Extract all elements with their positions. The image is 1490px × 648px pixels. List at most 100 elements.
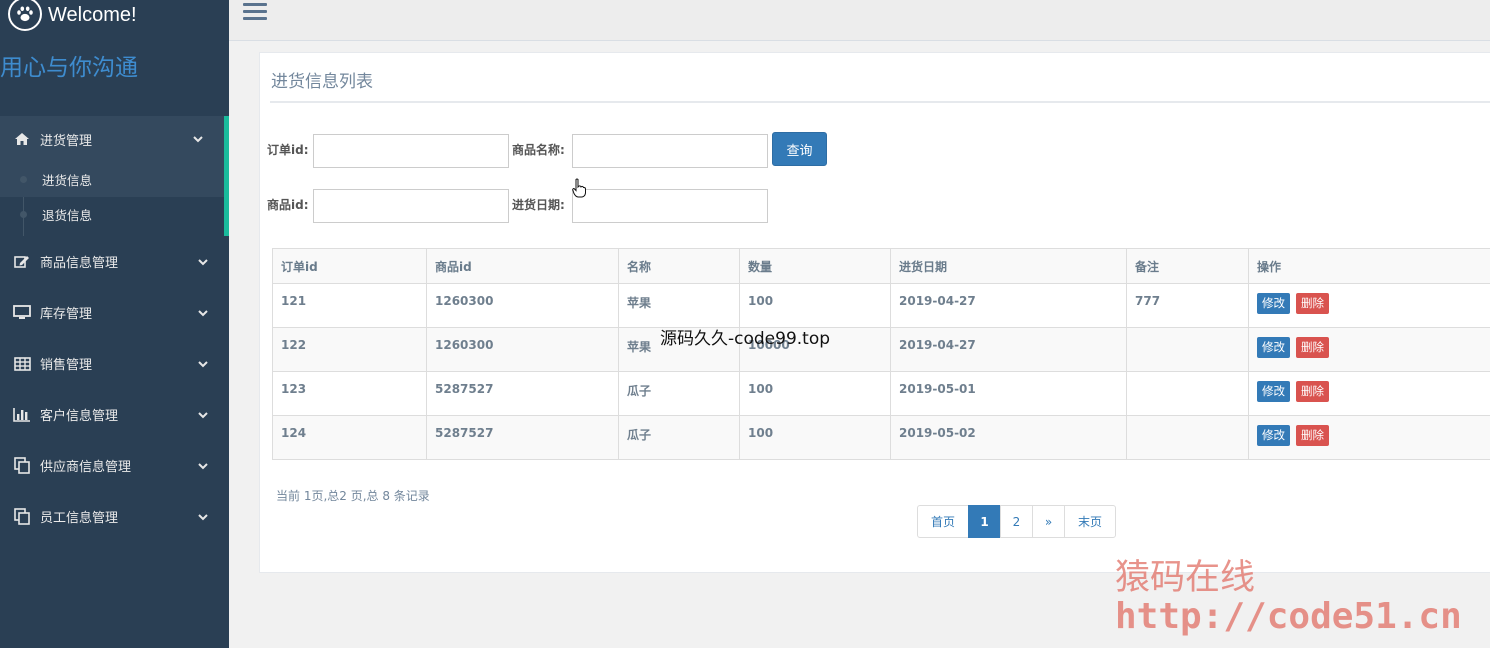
chevron-down-icon bbox=[198, 309, 208, 316]
sidebar-item-label: 供应商信息管理 bbox=[40, 460, 132, 475]
delete-button[interactable]: 删除 bbox=[1296, 381, 1329, 402]
watermark-center: 源码久久-code99.top bbox=[660, 329, 831, 349]
sidebar-item-return-info[interactable]: 退货信息 bbox=[0, 197, 224, 232]
sidebar-item-products[interactable]: 商品信息管理 bbox=[0, 236, 229, 287]
product-id-label: 商品id: bbox=[267, 198, 309, 212]
first-page-link[interactable]: 首页 bbox=[917, 505, 969, 538]
column-header[interactable]: 操作 bbox=[1248, 248, 1490, 284]
cell-date: 2019-05-02 bbox=[890, 415, 1127, 460]
sidebar-item-purchase-info[interactable]: 进货信息 bbox=[0, 162, 224, 197]
table-header-row: 订单id 商品id 名称 数量 进货日期 备注 操作 bbox=[272, 248, 1490, 284]
chevron-down-icon bbox=[198, 258, 208, 265]
delete-button[interactable]: 删除 bbox=[1296, 293, 1329, 314]
cell-order-id: 122 bbox=[272, 327, 427, 372]
cell-qty: 100 bbox=[739, 283, 891, 328]
cell-product-id: 5287527 bbox=[426, 371, 619, 416]
cell-product-id: 1260300 bbox=[426, 327, 619, 372]
cell-note bbox=[1126, 327, 1249, 372]
delete-button[interactable]: 删除 bbox=[1296, 337, 1329, 358]
bullet-icon bbox=[20, 176, 27, 183]
cell-date: 2019-04-27 bbox=[890, 327, 1127, 372]
divider bbox=[270, 101, 1490, 103]
column-header[interactable]: 备注 bbox=[1126, 248, 1249, 284]
edit-button[interactable]: 修改 bbox=[1257, 337, 1290, 358]
page-title: 进货信息列表 bbox=[271, 72, 373, 92]
table-row: 122 1260300 苹果 10000 2019-04-27 修改 删除 bbox=[272, 327, 1490, 372]
watermark-site-url: http://code51.cn bbox=[1115, 596, 1462, 637]
order-id-label: 订单id: bbox=[267, 143, 309, 157]
cell-note bbox=[1126, 415, 1249, 460]
column-header[interactable]: 名称 bbox=[618, 248, 740, 284]
bar-chart-icon bbox=[12, 406, 32, 424]
purchase-date-input[interactable] bbox=[572, 189, 768, 223]
chevron-down-icon bbox=[198, 411, 208, 418]
copy-icon bbox=[12, 457, 32, 475]
product-id-input[interactable] bbox=[313, 189, 509, 223]
column-header[interactable]: 数量 bbox=[739, 248, 891, 284]
home-icon bbox=[12, 130, 32, 148]
sidebar-item-suppliers[interactable]: 供应商信息管理 bbox=[0, 440, 229, 491]
cell-product-id: 5287527 bbox=[426, 415, 619, 460]
sidebar-item-purchase[interactable]: 进货管理 bbox=[0, 116, 229, 162]
sidebar: Welcome! 用心与你沟通 进货管理 进货信息 退货信息 商品信息管理 库存… bbox=[0, 0, 229, 648]
pagination: 首页 1 2 » 末页 bbox=[917, 505, 1116, 538]
chevron-down-icon bbox=[198, 462, 208, 469]
column-header[interactable]: 进货日期 bbox=[890, 248, 1127, 284]
cell-qty: 100 bbox=[739, 371, 891, 416]
cell-product-id: 1260300 bbox=[426, 283, 619, 328]
chevron-down-icon bbox=[193, 136, 203, 143]
desktop-icon bbox=[12, 304, 32, 322]
cell-name: 瓜子 bbox=[618, 371, 740, 416]
edit-icon bbox=[12, 253, 32, 271]
chevron-down-icon bbox=[198, 360, 208, 367]
content-panel: 进货信息列表 订单id: 商品名称: 查询 商品id: 进货日期: 订单id 商… bbox=[259, 52, 1490, 573]
cell-order-id: 124 bbox=[272, 415, 427, 460]
query-button[interactable]: 查询 bbox=[772, 132, 827, 166]
brand[interactable]: Welcome! bbox=[0, 0, 229, 31]
cell-date: 2019-05-01 bbox=[890, 371, 1127, 416]
cell-actions: 修改 删除 bbox=[1248, 327, 1490, 372]
next-page-link[interactable]: » bbox=[1032, 505, 1065, 538]
cell-actions: 修改 删除 bbox=[1248, 283, 1490, 328]
order-id-input[interactable] bbox=[313, 134, 509, 168]
slogan: 用心与你沟通 bbox=[0, 55, 138, 81]
sidebar-item-inventory[interactable]: 库存管理 bbox=[0, 287, 229, 338]
purchase-date-label: 进货日期: bbox=[512, 198, 565, 212]
cell-note bbox=[1126, 371, 1249, 416]
paw-icon bbox=[8, 0, 42, 31]
edit-button[interactable]: 修改 bbox=[1257, 293, 1290, 314]
last-page-link[interactable]: 末页 bbox=[1064, 505, 1116, 538]
sidebar-item-employees[interactable]: 员工信息管理 bbox=[0, 491, 229, 542]
sidebar-item-label: 销售管理 bbox=[40, 358, 93, 373]
column-header[interactable]: 订单id bbox=[272, 248, 427, 284]
column-header[interactable]: 商品id bbox=[426, 248, 619, 284]
cell-note: 777 bbox=[1126, 283, 1249, 328]
page-link-2[interactable]: 2 bbox=[1000, 505, 1033, 538]
cell-name: 苹果 bbox=[618, 283, 740, 328]
edit-button[interactable]: 修改 bbox=[1257, 425, 1290, 446]
delete-button[interactable]: 删除 bbox=[1296, 425, 1329, 446]
record-summary: 当前 1页,总2 页,总 8 条记录 bbox=[276, 489, 430, 503]
edit-button[interactable]: 修改 bbox=[1257, 381, 1290, 402]
hand-cursor-icon bbox=[572, 178, 586, 198]
watermark-site-name: 猿码在线 bbox=[1115, 558, 1256, 598]
purchase-submenu: 进货信息 退货信息 bbox=[0, 162, 229, 236]
sidebar-item-sales[interactable]: 销售管理 bbox=[0, 338, 229, 389]
chevron-down-icon bbox=[198, 513, 208, 520]
cell-order-id: 123 bbox=[272, 371, 427, 416]
sidebar-item-label: 进货管理 bbox=[40, 133, 93, 149]
purchase-table: 订单id 商品id 名称 数量 进货日期 备注 操作 121 1260300 苹… bbox=[272, 248, 1490, 460]
sidebar-item-customers[interactable]: 客户信息管理 bbox=[0, 389, 229, 440]
sidebar-item-label: 商品信息管理 bbox=[40, 256, 119, 271]
side-menu: 进货管理 进货信息 退货信息 商品信息管理 库存管理 销售管理 客户信息管理 供… bbox=[0, 116, 229, 542]
product-name-input[interactable] bbox=[572, 134, 768, 168]
page-link-1[interactable]: 1 bbox=[968, 505, 1001, 538]
sub-item-label: 进货信息 bbox=[42, 173, 93, 188]
copy-icon bbox=[12, 508, 32, 526]
sidebar-item-label: 客户信息管理 bbox=[40, 409, 119, 424]
top-nav bbox=[229, 0, 1490, 41]
brand-title: Welcome! bbox=[48, 3, 137, 26]
product-name-label: 商品名称: bbox=[512, 143, 565, 157]
menu-toggle-icon[interactable] bbox=[243, 3, 267, 23]
cell-actions: 修改 删除 bbox=[1248, 371, 1490, 416]
